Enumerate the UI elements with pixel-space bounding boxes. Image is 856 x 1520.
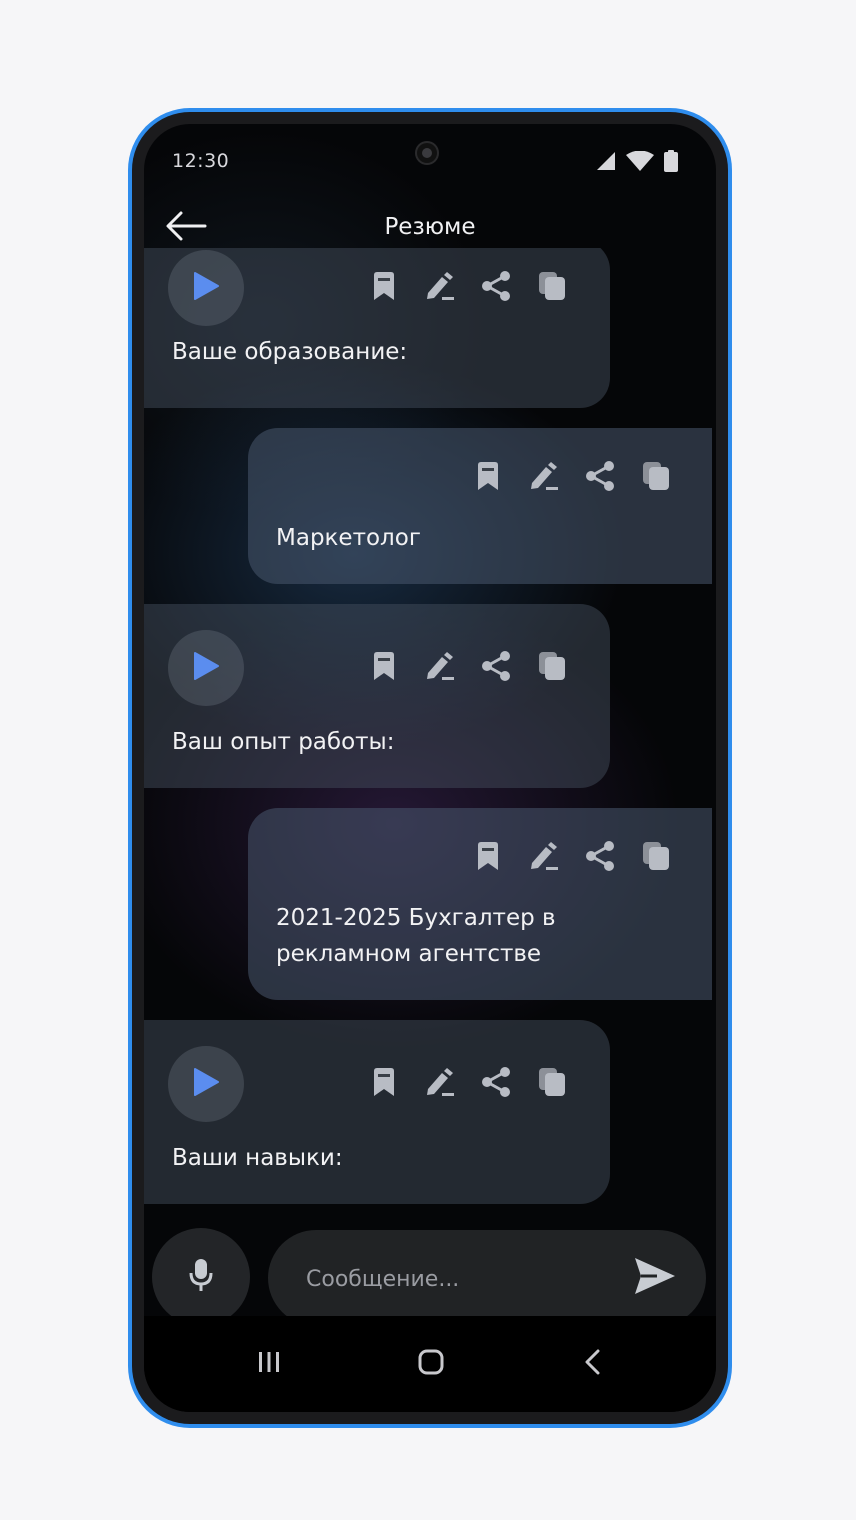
nav-back-button[interactable] — [568, 1342, 618, 1386]
edit-button[interactable] — [526, 460, 562, 496]
message-text: Ваше образование: — [172, 339, 408, 365]
bot-message: Ваш опыт работы: — [144, 604, 610, 788]
back-icon — [583, 1349, 603, 1379]
share-button[interactable] — [582, 460, 618, 496]
copy-button[interactable] — [638, 840, 674, 876]
share-icon — [584, 460, 616, 496]
play-icon — [192, 272, 220, 304]
wifi-icon — [626, 151, 654, 171]
page-title: Резюме — [384, 214, 476, 240]
copy-icon — [538, 271, 566, 305]
bookmark-icon — [371, 271, 397, 305]
bookmark-icon — [371, 1067, 397, 1101]
share-button[interactable] — [582, 840, 618, 876]
message-input[interactable] — [304, 1230, 618, 1328]
message-field — [268, 1230, 706, 1328]
copy-button[interactable] — [534, 1066, 570, 1102]
edit-button[interactable] — [422, 270, 458, 306]
edit-icon — [424, 1067, 456, 1101]
edit-icon — [528, 461, 560, 495]
bookmark-button[interactable] — [470, 840, 506, 876]
message-text: Маркетолог — [276, 525, 421, 551]
user-message: 2021-2025 Бухгалтер в рекламном агентств… — [248, 808, 712, 1000]
status-time: 12:30 — [172, 150, 230, 172]
play-button[interactable] — [168, 250, 244, 326]
phone-bezel: 12:30 Резюме Ваше образование: Маркетоло… — [132, 112, 728, 1424]
composer — [144, 1208, 716, 1328]
bot-message: Ваши навыки: — [144, 1020, 610, 1204]
bookmark-button[interactable] — [366, 650, 402, 686]
edit-button[interactable] — [526, 840, 562, 876]
bookmark-icon — [371, 651, 397, 685]
battery-icon — [664, 150, 678, 172]
copy-icon — [538, 651, 566, 685]
status-icons — [596, 150, 678, 172]
message-actions — [470, 840, 674, 876]
play-icon — [192, 652, 220, 684]
share-button[interactable] — [478, 1066, 514, 1102]
message-text: Ваши навыки: — [172, 1145, 343, 1171]
play-button[interactable] — [168, 630, 244, 706]
phone-frame: 12:30 Резюме Ваше образование: Маркетоло… — [128, 108, 732, 1428]
message-text: 2021-2025 Бухгалтер в рекламном агентств… — [276, 905, 556, 967]
status-bar: 12:30 — [144, 124, 716, 196]
share-icon — [480, 650, 512, 686]
mic-button[interactable] — [152, 1228, 250, 1326]
bookmark-icon — [475, 461, 501, 495]
share-icon — [584, 840, 616, 876]
copy-icon — [642, 841, 670, 875]
send-icon — [633, 1256, 677, 1300]
front-camera — [415, 141, 439, 165]
bookmark-icon — [475, 841, 501, 875]
copy-icon — [642, 461, 670, 495]
home-icon — [418, 1349, 444, 1379]
copy-button[interactable] — [638, 460, 674, 496]
share-button[interactable] — [478, 270, 514, 306]
recent-apps-icon — [257, 1350, 281, 1378]
share-button[interactable] — [478, 650, 514, 686]
message-actions — [366, 270, 570, 306]
message-text: Ваш опыт работы: — [172, 729, 395, 755]
share-icon — [480, 1066, 512, 1102]
play-button[interactable] — [168, 1046, 244, 1122]
edit-button[interactable] — [422, 1066, 458, 1102]
screen: 12:30 Резюме Ваше образование: Маркетоло… — [144, 124, 716, 1412]
message-actions — [366, 1066, 570, 1102]
send-button[interactable] — [630, 1254, 680, 1302]
message-actions — [470, 460, 674, 496]
bookmark-button[interactable] — [366, 1066, 402, 1102]
edit-button[interactable] — [422, 650, 458, 686]
home-button[interactable] — [406, 1342, 456, 1386]
chat-list: Ваше образование: Маркетолог Ваш опыт ра… — [144, 248, 716, 1208]
bot-message: Ваше образование: — [144, 248, 610, 408]
copy-button[interactable] — [534, 270, 570, 306]
bookmark-button[interactable] — [470, 460, 506, 496]
microphone-icon — [189, 1258, 213, 1296]
system-nav-bar — [144, 1316, 716, 1412]
copy-button[interactable] — [534, 650, 570, 686]
edit-icon — [424, 651, 456, 685]
recent-apps-button[interactable] — [244, 1342, 294, 1386]
edit-icon — [528, 841, 560, 875]
user-message: Маркетолог — [248, 428, 712, 584]
bookmark-button[interactable] — [366, 270, 402, 306]
signal-icon — [596, 151, 616, 171]
share-icon — [480, 270, 512, 306]
play-icon — [192, 1068, 220, 1100]
message-actions — [366, 650, 570, 686]
copy-icon — [538, 1067, 566, 1101]
edit-icon — [424, 271, 456, 305]
